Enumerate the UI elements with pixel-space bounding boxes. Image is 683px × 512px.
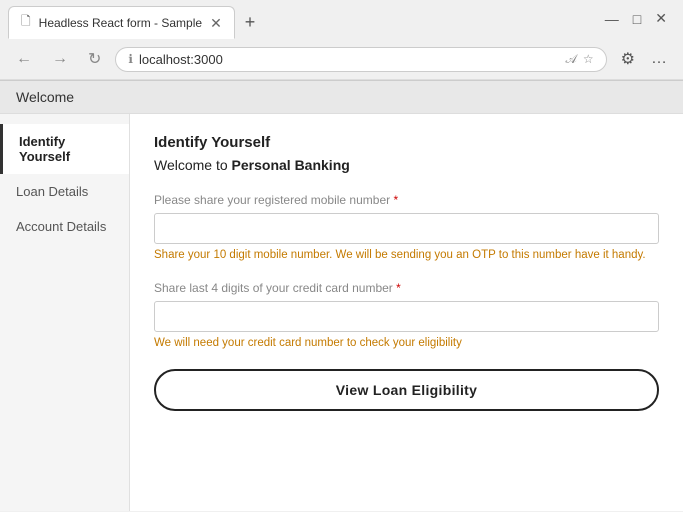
view-eligibility-button[interactable]: View Loan Eligibility xyxy=(154,369,659,411)
credit-input[interactable] xyxy=(154,301,659,332)
info-icon: ℹ xyxy=(128,52,133,66)
favorites-icon: ☆ xyxy=(583,52,594,66)
sidebar-item-loan-label: Loan Details xyxy=(16,184,88,199)
sidebar: Identify Yourself Loan Details Account D… xyxy=(0,114,130,511)
mobile-required-star: * xyxy=(393,193,398,207)
forward-button[interactable]: → xyxy=(46,46,74,72)
reload-button[interactable]: ↻ xyxy=(82,45,107,73)
content-subtitle: Welcome to Personal Banking xyxy=(154,157,659,173)
address-bar[interactable]: ℹ localhost:3000 𝒜 ☆ xyxy=(115,47,606,72)
back-button[interactable]: ← xyxy=(10,46,38,72)
toolbar-icons: ⚙ … xyxy=(615,45,673,73)
browser-chrome: 🗋 Headless React form - Sample ✕ + — □ ✕… xyxy=(0,0,683,81)
address-text: localhost:3000 xyxy=(139,52,560,67)
main-layout: Identify Yourself Loan Details Account D… xyxy=(0,114,683,511)
sidebar-item-account-label: Account Details xyxy=(16,219,106,234)
welcome-header: Welcome xyxy=(0,81,683,114)
credit-hint: We will need your credit card number to … xyxy=(154,337,659,349)
more-icon[interactable]: … xyxy=(645,46,673,72)
credit-label: Share last 4 digits of your credit card … xyxy=(154,281,659,295)
new-tab-button[interactable]: + xyxy=(239,8,262,37)
minimize-button[interactable]: — xyxy=(599,9,625,29)
sidebar-item-identify[interactable]: Identify Yourself xyxy=(0,124,129,174)
tab-favicon-icon: 🗋 xyxy=(21,12,31,33)
sidebar-item-account[interactable]: Account Details xyxy=(0,209,129,244)
content-area: Identify Yourself Welcome to Personal Ba… xyxy=(130,114,683,511)
mobile-hint: Share your 10 digit mobile number. We wi… xyxy=(154,249,659,261)
subtitle-bold: Personal Banking xyxy=(232,157,350,173)
credit-required-star: * xyxy=(396,281,401,295)
content-title: Identify Yourself xyxy=(154,134,659,151)
active-tab[interactable]: 🗋 Headless React form - Sample ✕ xyxy=(8,6,235,39)
page-wrapper: Welcome Identify Yourself Loan Details A… xyxy=(0,81,683,511)
welcome-label: Welcome xyxy=(16,89,74,105)
tab-close-button[interactable]: ✕ xyxy=(210,16,222,30)
restore-button[interactable]: □ xyxy=(627,9,647,29)
mobile-form-group: Please share your registered mobile numb… xyxy=(154,193,659,261)
tab-title: Headless React form - Sample xyxy=(39,16,202,30)
mobile-label: Please share your registered mobile numb… xyxy=(154,193,659,207)
tab-bar: 🗋 Headless React form - Sample ✕ + — □ ✕ xyxy=(0,0,683,39)
sidebar-item-loan[interactable]: Loan Details xyxy=(0,174,129,209)
subtitle-prefix: Welcome to xyxy=(154,157,232,173)
settings-icon[interactable]: ⚙ xyxy=(615,45,641,73)
close-button[interactable]: ✕ xyxy=(649,8,673,29)
credit-form-group: Share last 4 digits of your credit card … xyxy=(154,281,659,349)
read-mode-icon: 𝒜 xyxy=(566,52,577,67)
sidebar-item-identify-label: Identify Yourself xyxy=(19,134,70,164)
window-controls: — □ ✕ xyxy=(589,0,683,37)
nav-bar: ← → ↻ ℹ localhost:3000 𝒜 ☆ ⚙ … xyxy=(0,39,683,80)
mobile-input[interactable] xyxy=(154,213,659,244)
